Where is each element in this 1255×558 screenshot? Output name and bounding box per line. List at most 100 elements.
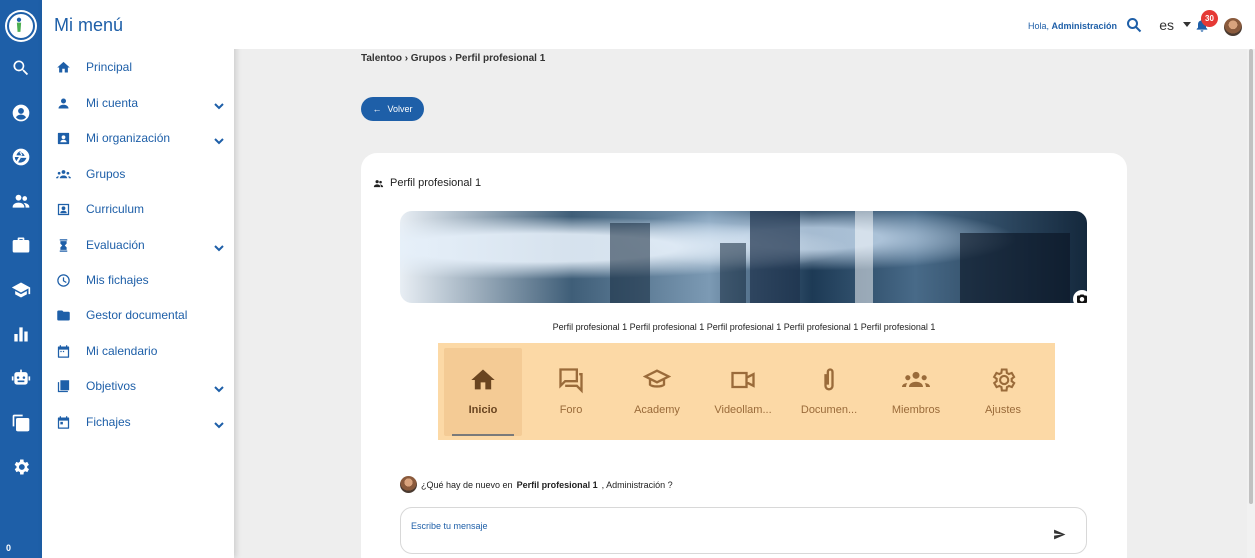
message-input[interactable] <box>411 521 1011 531</box>
menu-item-mi-organizacion[interactable]: Mi organización <box>42 124 234 152</box>
tab-label: Foro <box>559 404 583 416</box>
group-title: Perfil profesional 1 <box>390 177 482 189</box>
menu-item-label: Principal <box>86 60 133 74</box>
caret-down-icon[interactable] <box>1183 22 1191 27</box>
back-button-label: Volver <box>387 104 413 114</box>
scrollbar[interactable] <box>1247 49 1255 558</box>
robot-icon[interactable] <box>0 363 42 393</box>
tab-documentos[interactable]: Documen... <box>790 348 868 436</box>
avatar[interactable] <box>1224 18 1242 36</box>
post-prompt-suffix: , Administración ? <box>601 479 673 490</box>
hourglass-icon <box>55 237 71 253</box>
language-selector[interactable]: es <box>1159 17 1174 33</box>
graduation-cap-icon[interactable] <box>0 275 42 305</box>
tab-miembros[interactable]: Miembros <box>877 348 955 436</box>
menu-item-mi-cuenta[interactable]: Mi cuenta <box>42 89 234 117</box>
menu-item-label: Mi cuenta <box>86 96 139 110</box>
menu-item-label: Evaluación <box>86 238 145 252</box>
menu-item-principal[interactable]: Principal <box>42 53 234 81</box>
school-icon <box>641 366 673 394</box>
chevron-down-icon[interactable] <box>214 98 224 110</box>
tab-videollamadas[interactable]: Videollam... <box>704 348 782 436</box>
search-icon[interactable] <box>0 53 42 83</box>
group-names-line: Perfil profesional 1 Perfil profesional … <box>552 322 936 332</box>
menu-title: Mi menú <box>54 15 124 35</box>
people-icon[interactable] <box>0 186 42 216</box>
logo-icon[interactable] <box>0 10 42 42</box>
account-circle-icon[interactable] <box>0 98 42 128</box>
videocam-icon <box>727 366 759 394</box>
folder-icon <box>55 307 71 323</box>
greeting: Hola, Administración <box>1028 21 1117 31</box>
camera-icon[interactable] <box>1073 290 1091 308</box>
contact-card-icon <box>55 201 71 217</box>
back-button[interactable]: ← Volver <box>361 97 424 121</box>
groups-icon <box>55 166 71 182</box>
tab-label: Miembros <box>891 404 941 416</box>
person-icon <box>55 95 71 111</box>
calendar-icon <box>55 343 71 359</box>
settings-icon <box>987 366 1019 394</box>
tab-label: Videollam... <box>714 404 772 416</box>
menu-item-label: Mi calendario <box>86 344 158 358</box>
post-prompt-prefix: ¿Qué hay de nuevo en <box>421 479 513 490</box>
briefcase-icon[interactable] <box>0 230 42 260</box>
chevron-down-icon[interactable] <box>214 381 224 393</box>
tab-label: Ajustes <box>984 404 1022 416</box>
badge-icon <box>55 130 71 146</box>
tab-foro[interactable]: Foro <box>532 348 610 436</box>
settings-icon[interactable] <box>0 452 42 482</box>
menu-item-mis-fichajes[interactable]: Mis fichajes <box>42 266 234 294</box>
message-box <box>400 507 1087 554</box>
menu-item-label: Gestor documental <box>86 308 188 322</box>
menu-item-label: Grupos <box>86 167 126 181</box>
chevron-down-icon[interactable] <box>214 240 224 252</box>
menu-item-label: Objetivos <box>86 379 137 393</box>
tab-academy[interactable]: Academy <box>618 348 696 436</box>
active-tab-indicator <box>452 434 514 436</box>
group-banner-image <box>400 211 1087 303</box>
menu-item-label: Fichajes <box>86 415 131 429</box>
avatar <box>400 476 417 493</box>
clock-icon <box>55 272 71 288</box>
breadcrumb: Talentoo › Grupos › Perfil profesional 1 <box>361 53 546 64</box>
group-tabs: Inicio Foro Academy Videollam... Documen… <box>438 343 1055 440</box>
menu-item-fichajes[interactable]: Fichajes <box>42 408 234 436</box>
send-icon[interactable] <box>1053 528 1066 541</box>
menu-item-label: Curriculum <box>86 202 145 216</box>
greeting-user[interactable]: Administración <box>1051 21 1117 31</box>
event-icon <box>55 414 71 430</box>
menu-item-gestor-documental[interactable]: Gestor documental <box>42 301 234 329</box>
menu-item-evaluacion[interactable]: Evaluación <box>42 231 234 259</box>
menu-item-label: Mis fichajes <box>86 273 149 287</box>
people-icon <box>373 179 384 187</box>
tab-label: Documen... <box>800 404 858 416</box>
menu-item-grupos[interactable]: Grupos <box>42 160 234 188</box>
tab-inicio[interactable]: Inicio <box>444 348 522 436</box>
attachment-icon <box>813 366 845 394</box>
bar-chart-icon[interactable] <box>0 319 42 349</box>
menu-item-label: Mi organización <box>86 131 171 145</box>
rail-bottom-count: 0 <box>6 543 12 553</box>
top-bar: Hola, Administración es 30 <box>234 0 1255 49</box>
home-icon <box>467 366 499 394</box>
greeting-prefix: Hola, <box>1027 21 1049 31</box>
arrow-left-icon: ← <box>372 104 382 114</box>
copy-icon[interactable] <box>0 408 42 438</box>
menu-item-mi-calendario[interactable]: Mi calendario <box>42 337 234 365</box>
search-icon[interactable] <box>1126 17 1142 33</box>
side-menu: Mi menú Principal Mi cuenta Mi organizac… <box>42 0 234 558</box>
post-prompt: ¿Qué hay de nuevo en Perfil profesional … <box>400 476 673 493</box>
home-icon <box>55 59 71 75</box>
menu-item-objetivos[interactable]: Objetivos <box>42 372 234 400</box>
tab-label: Inicio <box>468 404 498 416</box>
menu-item-curriculum[interactable]: Curriculum <box>42 195 234 223</box>
tab-ajustes[interactable]: Ajustes <box>964 348 1042 436</box>
icon-rail: 0 <box>0 0 42 558</box>
groups-icon <box>900 366 932 394</box>
chevron-down-icon[interactable] <box>214 133 224 145</box>
chevron-down-icon[interactable] <box>214 417 224 429</box>
group-header: Perfil profesional 1 <box>373 177 481 189</box>
scrollbar-thumb[interactable] <box>1249 49 1253 504</box>
camera-aperture-icon[interactable] <box>0 142 42 172</box>
